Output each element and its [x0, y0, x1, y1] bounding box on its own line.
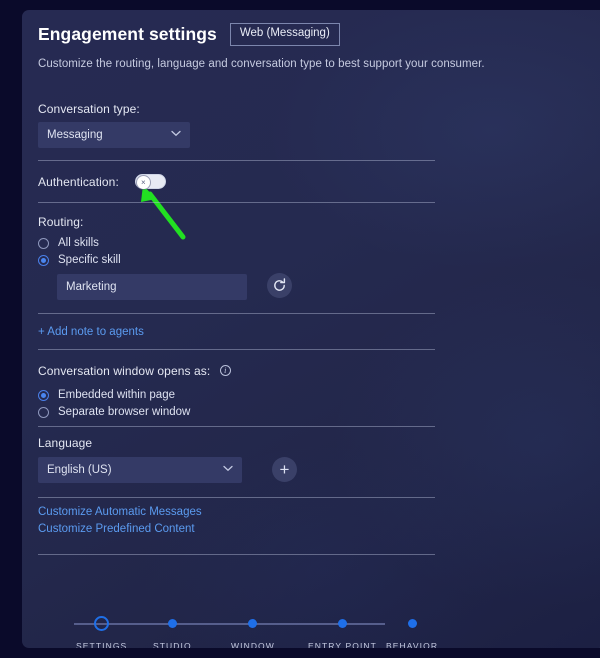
divider: [38, 160, 435, 161]
radio-indicator: [38, 254, 49, 266]
divider: [38, 497, 435, 498]
window-opens-group: Conversation window opens as: i Embedded…: [38, 362, 231, 418]
header: Engagement settings Web (Messaging): [38, 23, 340, 46]
divider: [38, 554, 435, 555]
radio-separate-browser-window[interactable]: Separate browser window: [38, 406, 231, 418]
radio-indicator: [38, 406, 49, 418]
radio-label: Specific skill: [58, 254, 121, 266]
chevron-down-icon: [171, 130, 181, 140]
language-value: English (US): [47, 464, 112, 476]
authentication-toggle[interactable]: ×: [134, 174, 166, 189]
window-opens-label: Conversation window opens as:: [38, 364, 211, 378]
step-dot-wrap: [248, 606, 258, 641]
add-note-to-agents-link[interactable]: + Add note to agents: [38, 326, 144, 338]
app-root: Engagement settings Web (Messaging) Cust…: [0, 0, 600, 658]
step-label: ENTRY POINT: [308, 641, 377, 648]
step-studio[interactable]: STUDIO: [153, 606, 192, 648]
page-subtitle: Customize the routing, language and conv…: [38, 58, 485, 70]
divider: [38, 349, 435, 350]
radio-indicator: [38, 237, 49, 249]
page-title: Engagement settings: [38, 23, 217, 44]
step-window[interactable]: WINDOW: [231, 606, 275, 648]
step-label: STUDIO: [153, 641, 192, 648]
step-dot: [337, 619, 347, 628]
wizard-stepper: SETTINGS STUDIO WINDOW ENTRY POINT BEHAV…: [38, 606, 438, 648]
radio-label: Embedded within page: [58, 389, 175, 401]
routing-label: Routing:: [38, 215, 84, 229]
step-entry-point[interactable]: ENTRY POINT: [308, 606, 377, 648]
radio-label: Separate browser window: [58, 406, 191, 418]
divider: [38, 313, 435, 314]
add-language-button[interactable]: +: [272, 457, 297, 482]
conversation-type-select[interactable]: Messaging: [38, 122, 190, 148]
radio-embedded-within-page[interactable]: Embedded within page: [38, 389, 231, 401]
step-dot-wrap: [337, 606, 347, 641]
divider: [38, 202, 435, 203]
step-label: BEHAVIOR: [386, 641, 439, 648]
step-label: WINDOW: [231, 641, 275, 648]
conversation-type-value: Messaging: [47, 129, 103, 141]
step-dot-wrap: [167, 606, 177, 641]
language-label: Language: [38, 436, 93, 450]
chevron-down-icon: [223, 465, 233, 475]
refresh-icon[interactable]: [267, 273, 292, 298]
routing-group: Routing: All skills Specific skill: [38, 215, 121, 266]
step-dot: [167, 619, 177, 628]
step-dot: [407, 619, 417, 628]
divider: [38, 426, 435, 427]
radio-all-skills[interactable]: All skills: [38, 237, 121, 249]
authentication-row: Authentication: ×: [38, 174, 166, 189]
conversation-type-label: Conversation type:: [38, 102, 140, 116]
radio-indicator: [38, 389, 49, 401]
radio-label: All skills: [58, 237, 99, 249]
step-dot-wrap: [94, 606, 110, 641]
step-dot: [248, 619, 258, 628]
skill-value: Marketing: [66, 281, 117, 293]
customize-predefined-content-link[interactable]: Customize Predefined Content: [38, 523, 202, 535]
toggle-knob-x-icon: ×: [136, 176, 150, 189]
step-dot-current: [94, 616, 110, 631]
skill-input[interactable]: Marketing: [57, 274, 247, 300]
info-icon[interactable]: i: [219, 365, 231, 377]
step-dot-wrap: [407, 606, 417, 641]
plus-icon: +: [279, 460, 290, 479]
radio-specific-skill[interactable]: Specific skill: [38, 254, 121, 266]
engagement-settings-panel: Engagement settings Web (Messaging) Cust…: [22, 10, 600, 648]
customize-automatic-messages-link[interactable]: Customize Automatic Messages: [38, 506, 202, 518]
authentication-label: Authentication:: [38, 174, 119, 189]
channel-badge: Web (Messaging): [229, 23, 340, 46]
window-opens-label-row: Conversation window opens as: i: [38, 362, 231, 380]
step-behavior[interactable]: BEHAVIOR: [386, 606, 438, 648]
step-settings[interactable]: SETTINGS: [76, 606, 127, 648]
step-label: SETTINGS: [76, 641, 128, 648]
customize-links: Customize Automatic Messages Customize P…: [38, 506, 202, 535]
language-select[interactable]: English (US): [38, 457, 242, 483]
